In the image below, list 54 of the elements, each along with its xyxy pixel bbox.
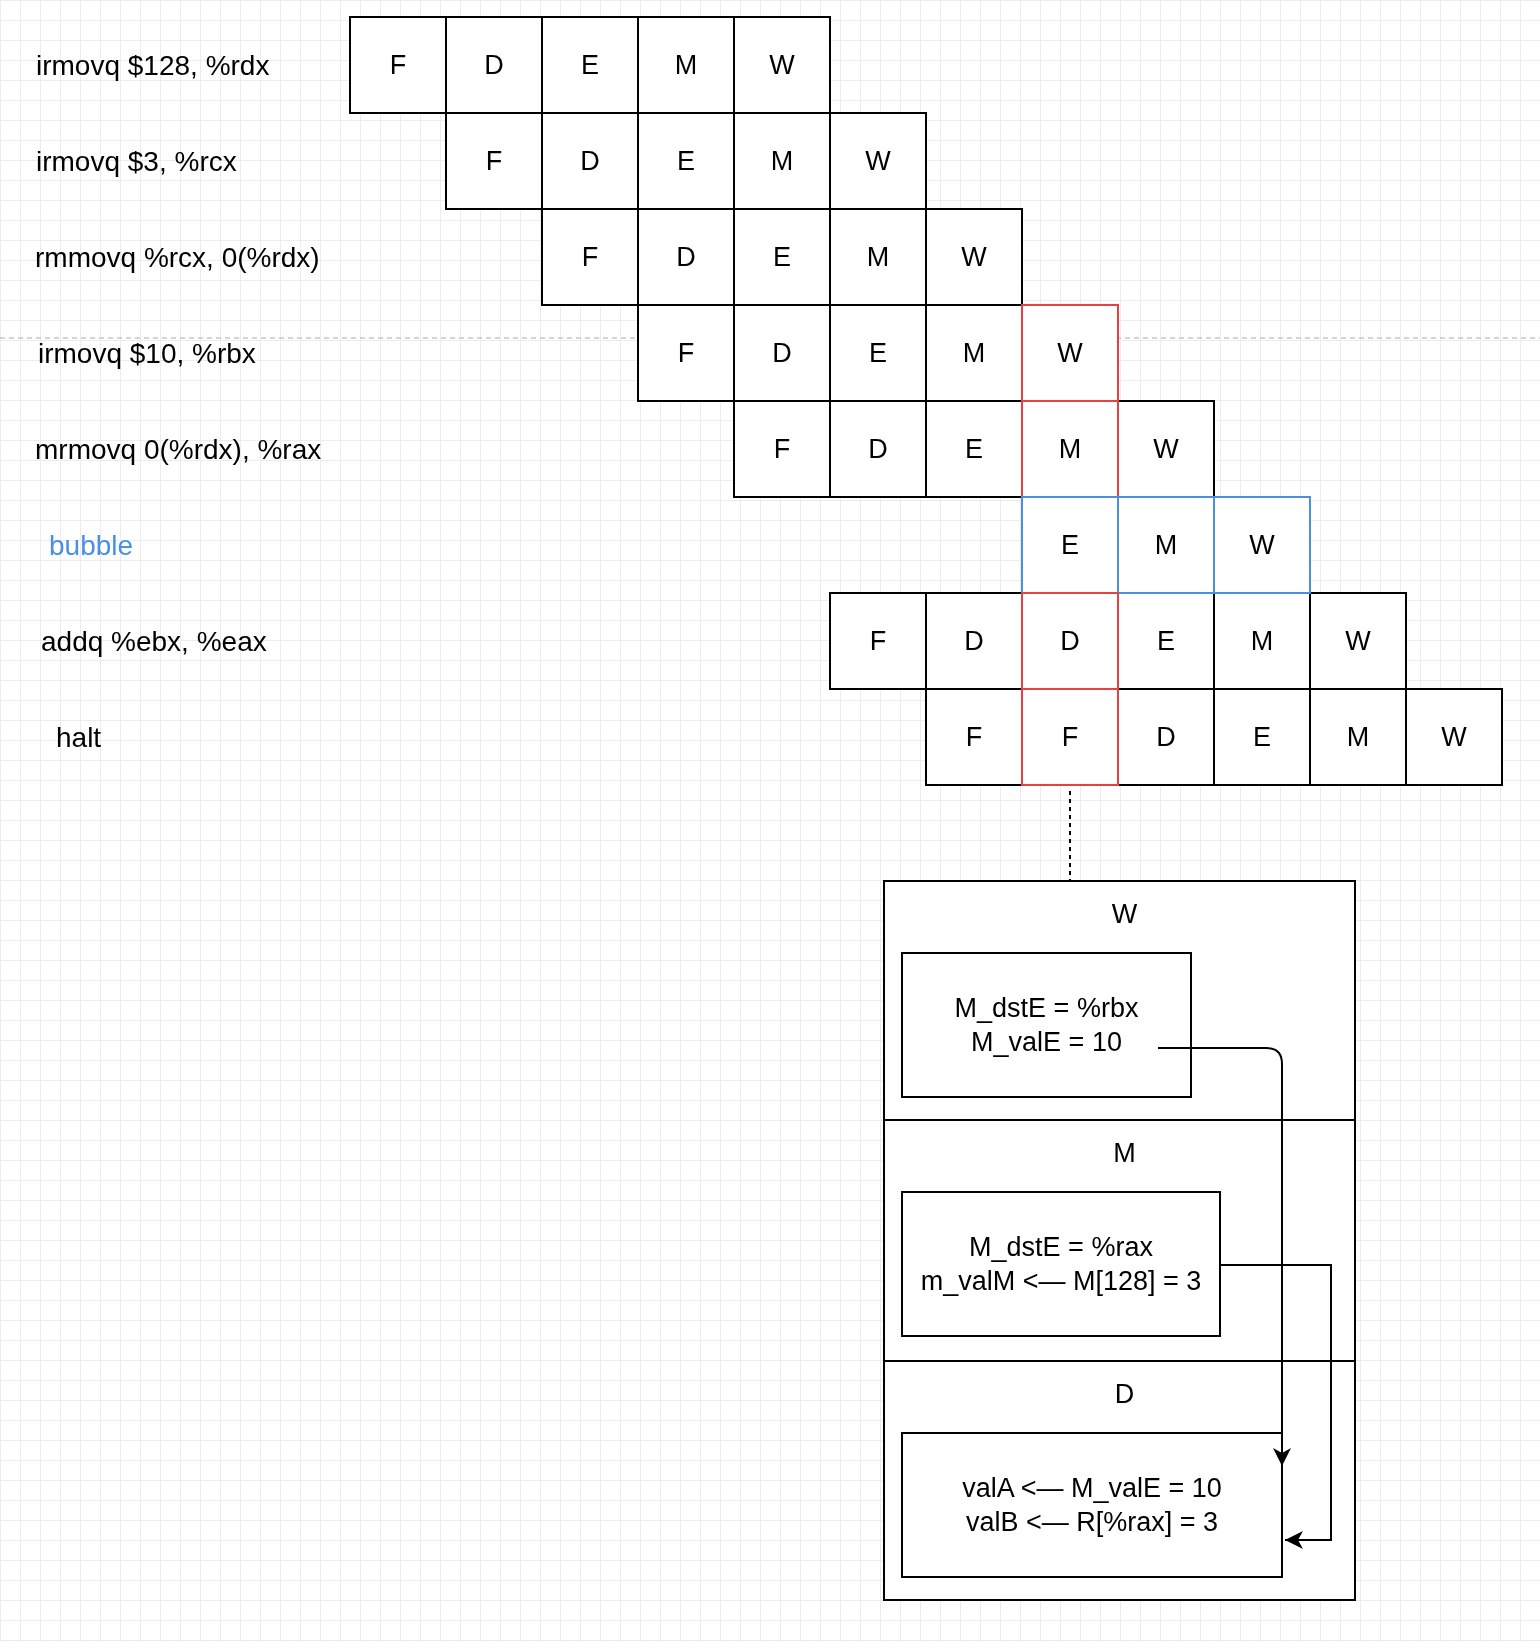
instruction-label: bubble <box>49 530 134 561</box>
stage-cell: M <box>733 112 831 210</box>
stage-cell: M <box>637 16 735 114</box>
instruction-label: halt <box>56 722 102 753</box>
stage-cell: D <box>541 112 639 210</box>
stage-cell: E <box>925 400 1023 498</box>
stage-cell: E <box>733 208 831 306</box>
stage-cell: M <box>1309 688 1407 786</box>
stage-cell: M <box>925 304 1023 402</box>
stage-cell: W <box>733 16 831 114</box>
stage-cell: F <box>1021 688 1119 786</box>
register-note: M_dstE = %rbx M_valE = 10 <box>954 993 1139 1057</box>
stage-cell: D <box>1021 592 1119 690</box>
instruction-label: irmovq $128, %rdx <box>36 50 270 81</box>
stage-cell: W <box>1213 496 1311 594</box>
stage-cell: M <box>1117 496 1215 594</box>
stage-cell: W <box>1405 688 1503 786</box>
stage-cell: F <box>637 304 735 402</box>
register-note: valA <— M_valE = 10 valB <— R[%rax] = 3 <box>962 1473 1222 1537</box>
stage-label: M <box>1113 1138 1136 1168</box>
stage-cell: F <box>541 208 639 306</box>
stage-cell: M <box>1213 592 1311 690</box>
stage-cell: F <box>925 688 1023 786</box>
stage-cell: E <box>1021 496 1119 594</box>
stage-cell: W <box>1021 304 1119 402</box>
stage-cell: E <box>829 304 927 402</box>
instruction-label: addq %ebx, %eax <box>41 626 267 657</box>
stage-cell: F <box>829 592 927 690</box>
stage-cell: E <box>541 16 639 114</box>
stage-cell: W <box>829 112 927 210</box>
instruction-label: rmmovq %rcx, 0(%rdx) <box>35 242 320 273</box>
stage-cell: W <box>1309 592 1407 690</box>
stage-label: W <box>1111 899 1138 929</box>
instruction-label: irmovq $10, %rbx <box>38 338 256 369</box>
stage-cell: F <box>349 16 447 114</box>
stage-cell: M <box>829 208 927 306</box>
stage-cell: E <box>1117 592 1215 690</box>
stage-cell: W <box>925 208 1023 306</box>
stage-cell: D <box>733 304 831 402</box>
stage-cell: D <box>637 208 735 306</box>
instruction-label: irmovq $3, %rcx <box>36 146 237 177</box>
stage-cell: D <box>829 400 927 498</box>
register-note: M_dstE = %rax m_valM <— M[128] = 3 <box>920 1232 1202 1296</box>
stage-label: D <box>1114 1379 1135 1409</box>
stage-cell: F <box>445 112 543 210</box>
stage-cell: F <box>733 400 831 498</box>
stage-cell: M <box>1021 400 1119 498</box>
stage-cell: D <box>1117 688 1215 786</box>
stage-cell: D <box>445 16 543 114</box>
stage-cell: W <box>1117 400 1215 498</box>
stage-cell: E <box>637 112 735 210</box>
stage-cell: D <box>925 592 1023 690</box>
instruction-label: mrmovq 0(%rdx), %rax <box>35 434 322 465</box>
stage-cell: E <box>1213 688 1311 786</box>
